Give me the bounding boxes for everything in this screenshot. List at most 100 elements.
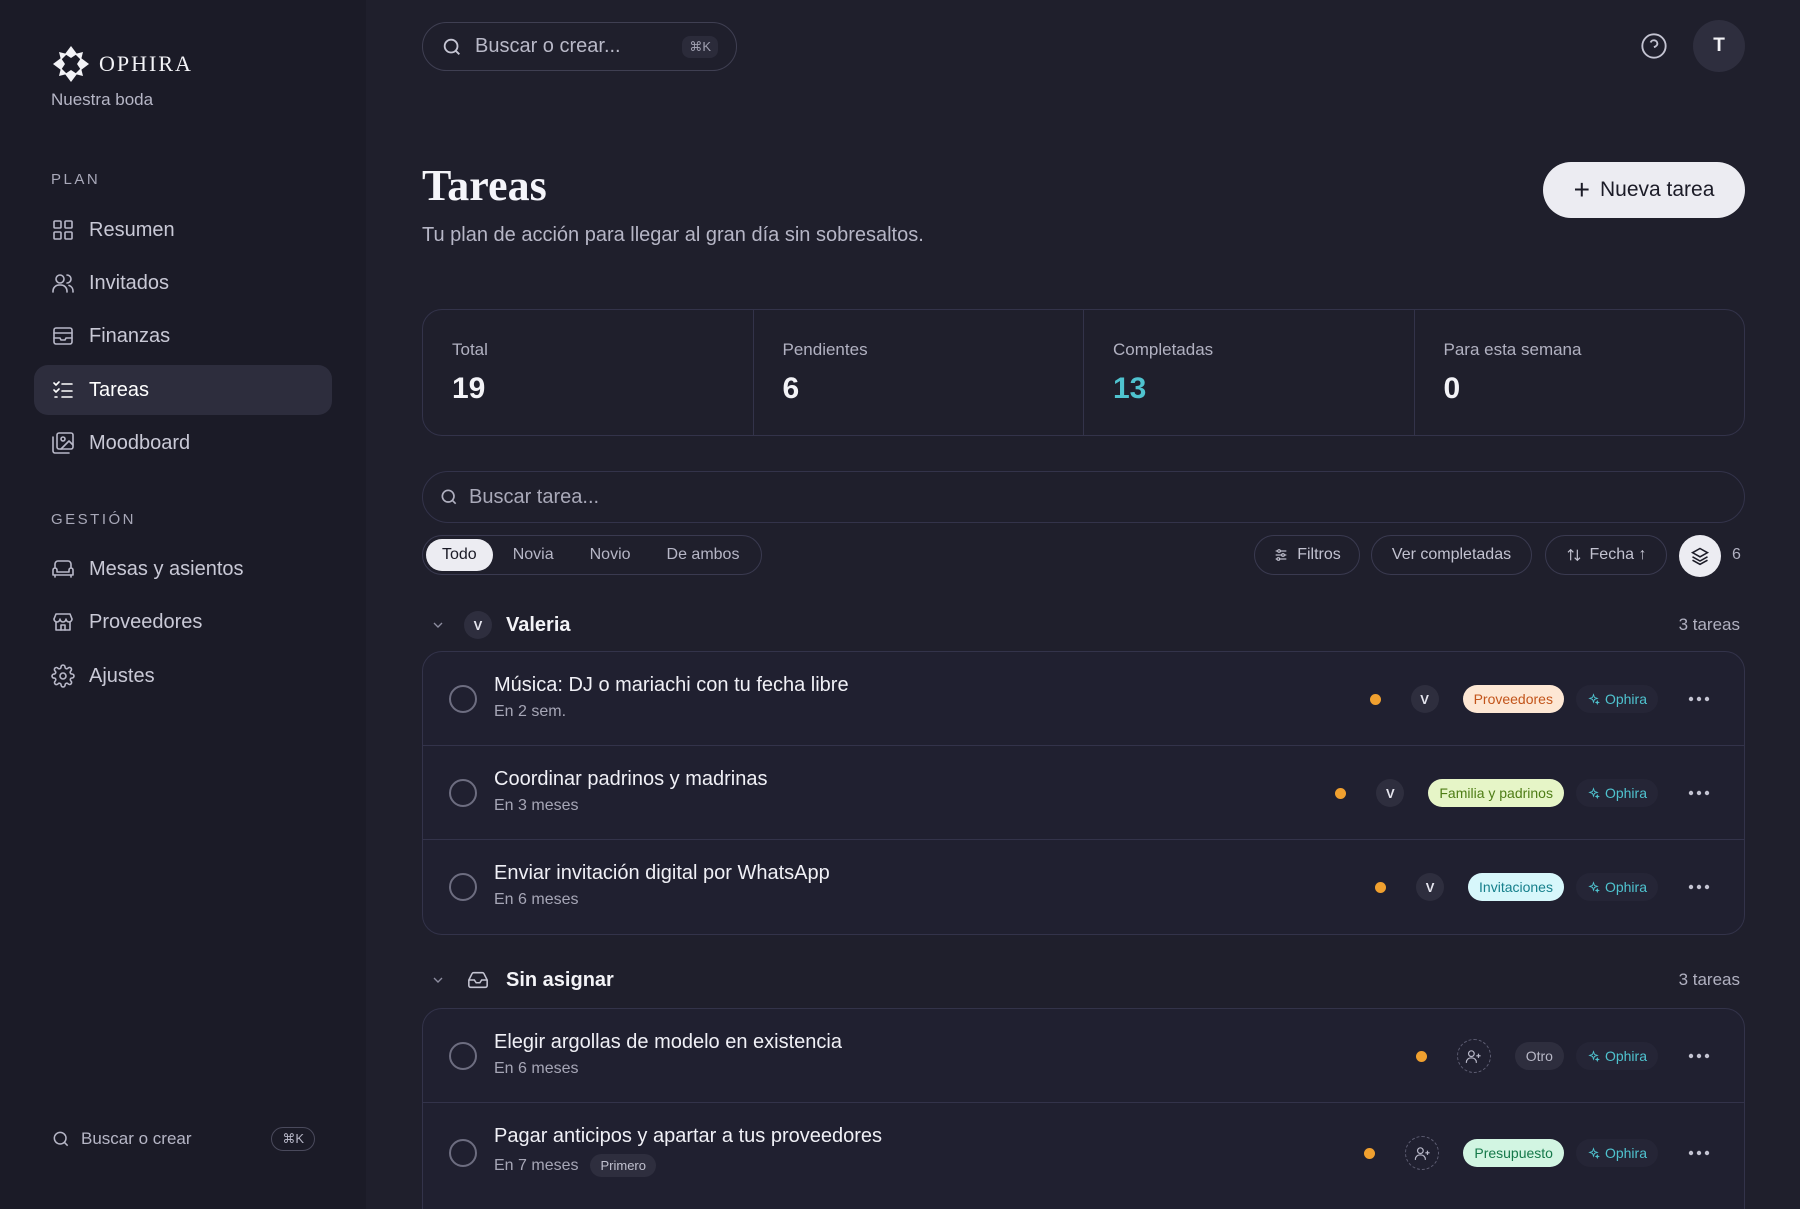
- users-icon: [52, 274, 74, 293]
- task-assignee[interactable]: V: [1376, 779, 1405, 807]
- segment-novia[interactable]: Novia: [497, 539, 570, 571]
- task-search-input[interactable]: Buscar tarea...: [422, 471, 1745, 523]
- grid-icon: [53, 220, 73, 240]
- new-task-label: Nueva tarea: [1599, 178, 1715, 201]
- task-checkbox[interactable]: [449, 1042, 477, 1070]
- task-title[interactable]: Música: DJ o mariachi con tu fecha libre: [494, 674, 849, 697]
- task-due: En 6 meses: [494, 1060, 578, 1078]
- sidebar-item-resumen[interactable]: Resumen: [34, 205, 332, 255]
- task-search-placeholder: Buscar tarea...: [469, 485, 600, 508]
- chevron-down-icon[interactable]: [430, 617, 446, 633]
- group-name: Sin asignar: [506, 968, 614, 991]
- filters-label: Filtros: [1297, 546, 1341, 563]
- shortcut-badge: ⌘K: [682, 35, 718, 58]
- task-row[interactable]: Coordinar padrinos y madrinas En 3 meses…: [423, 746, 1744, 840]
- sidebar-search[interactable]: Buscar o crear ⌘K: [51, 1124, 315, 1154]
- task-meta: V Invitaciones Ophira: [1375, 868, 1712, 906]
- stat-value: 0: [1443, 372, 1461, 405]
- source-tag: Ophira: [1575, 685, 1658, 713]
- task-title[interactable]: Coordinar padrinos y madrinas: [494, 768, 767, 791]
- task-row[interactable]: Enviar invitación digital por WhatsApp E…: [423, 840, 1744, 934]
- assign-user-button[interactable]: [1456, 1039, 1491, 1073]
- more-options-icon[interactable]: [1686, 696, 1712, 702]
- task-assignee[interactable]: V: [1410, 685, 1439, 713]
- source-label: Ophira: [1604, 1145, 1647, 1161]
- task-due-label: En 6 meses: [494, 1060, 579, 1077]
- category-tag: Otro: [1514, 1042, 1564, 1070]
- task-row[interactable]: Música: DJ o mariachi con tu fecha libre…: [423, 652, 1744, 746]
- filters-button[interactable]: Filtros: [1254, 535, 1360, 575]
- task-checkbox[interactable]: [449, 873, 477, 901]
- sidebar-item-ajustes[interactable]: Ajustes: [34, 651, 332, 701]
- user-plus-icon: [1414, 1146, 1430, 1160]
- source-label: Ophira: [1604, 879, 1647, 895]
- sidebar-item-moodboard[interactable]: Moodboard: [34, 418, 332, 468]
- task-due: En 3 meses: [494, 797, 578, 815]
- wallet-icon: [53, 327, 73, 345]
- task-checkbox[interactable]: [449, 779, 477, 807]
- more-options-icon[interactable]: [1686, 884, 1712, 890]
- wedding-name: Nuestra boda: [51, 90, 154, 109]
- assign-user-button[interactable]: [1405, 1136, 1440, 1170]
- task-title[interactable]: Elegir argollas de modelo en existencia: [494, 1031, 842, 1054]
- sofa-icon: [52, 560, 74, 578]
- sidebar-item-invitados[interactable]: Invitados: [34, 258, 332, 308]
- segment-todo[interactable]: Todo: [426, 539, 493, 571]
- category-tag: Presupuesto: [1463, 1139, 1564, 1167]
- stat-label: Total: [452, 340, 488, 359]
- page-title: Tareas: [422, 161, 547, 210]
- more-options-icon[interactable]: [1686, 1150, 1712, 1156]
- task-title[interactable]: Pagar anticipos y apartar a tus proveedo…: [494, 1125, 882, 1148]
- search-icon: [53, 1131, 69, 1147]
- group-header-valeria[interactable]: V Valeria 3 tareas: [422, 607, 1745, 643]
- group-header-sin-asignar[interactable]: Sin asignar 3 tareas: [422, 962, 1745, 998]
- task-assignee[interactable]: V: [1416, 873, 1445, 901]
- segment-novio[interactable]: Novio: [574, 539, 647, 571]
- sidebar-item-tareas[interactable]: Tareas: [34, 365, 332, 415]
- task-checkbox[interactable]: [449, 1139, 477, 1167]
- sidebar-item-label: Mesas y asientos: [89, 557, 244, 580]
- task-due-label: En 3 meses: [494, 797, 579, 814]
- sidebar-item-mesas[interactable]: Mesas y asientos: [34, 544, 332, 594]
- stat-value: 13: [1113, 372, 1147, 405]
- group-toggle-button[interactable]: [1679, 535, 1721, 577]
- priority-dot: [1375, 881, 1387, 893]
- help-button[interactable]: [1640, 32, 1668, 60]
- section-label-gestion: GESTIÓN: [51, 511, 137, 528]
- sidebar-search-label: Buscar o crear: [81, 1129, 192, 1148]
- segment-de-ambos[interactable]: De ambos: [651, 539, 756, 571]
- task-row[interactable]: Elegir argollas de modelo en existencia …: [423, 1009, 1744, 1103]
- sort-label: Fecha ↑: [1589, 546, 1647, 563]
- plus-icon: +: [1573, 174, 1590, 205]
- sidebar-item-finanzas[interactable]: Finanzas: [34, 311, 332, 361]
- task-title[interactable]: Enviar invitación digital por WhatsApp: [494, 862, 830, 885]
- brand-name: OPHIRA: [99, 51, 193, 76]
- stat-label: Para esta semana: [1443, 340, 1582, 359]
- stats-panel: Total 19 Pendientes 6 Completadas 13 Par…: [422, 309, 1745, 436]
- more-options-icon[interactable]: [1686, 1053, 1712, 1059]
- task-checkbox[interactable]: [449, 685, 477, 713]
- chevron-down-icon[interactable]: [430, 972, 446, 988]
- task-row[interactable]: Pagar anticipos y apartar a tus proveedo…: [423, 1103, 1744, 1203]
- brand[interactable]: OPHIRA: [51, 44, 193, 84]
- checklist-icon: [53, 381, 73, 398]
- sidebar-item-proveedores[interactable]: Proveedores: [34, 597, 332, 647]
- stat-completadas: Completadas 13: [1084, 310, 1415, 435]
- stat-pendientes: Pendientes 6: [754, 310, 1084, 435]
- sidebar-item-label: Tareas: [89, 378, 150, 401]
- stat-value: 6: [782, 372, 800, 405]
- task-due: En 2 sem.: [494, 703, 566, 721]
- stat-semana: Para esta semana 0: [1415, 310, 1745, 435]
- source-tag: Ophira: [1575, 1139, 1658, 1167]
- show-completed-button[interactable]: Ver completadas: [1371, 535, 1532, 575]
- task-meta: V Proveedores Ophira: [1369, 680, 1712, 718]
- user-avatar[interactable]: T: [1693, 20, 1745, 72]
- sort-button[interactable]: Fecha ↑: [1545, 535, 1667, 575]
- layers-icon: [1690, 547, 1710, 566]
- global-search-input[interactable]: Buscar o crear... ⌘K: [422, 22, 737, 71]
- search-icon: [441, 489, 457, 505]
- stat-total: Total 19: [423, 310, 754, 435]
- first-badge: Primero: [590, 1154, 656, 1177]
- new-task-button[interactable]: + Nueva tarea: [1543, 162, 1745, 218]
- more-options-icon[interactable]: [1686, 790, 1712, 796]
